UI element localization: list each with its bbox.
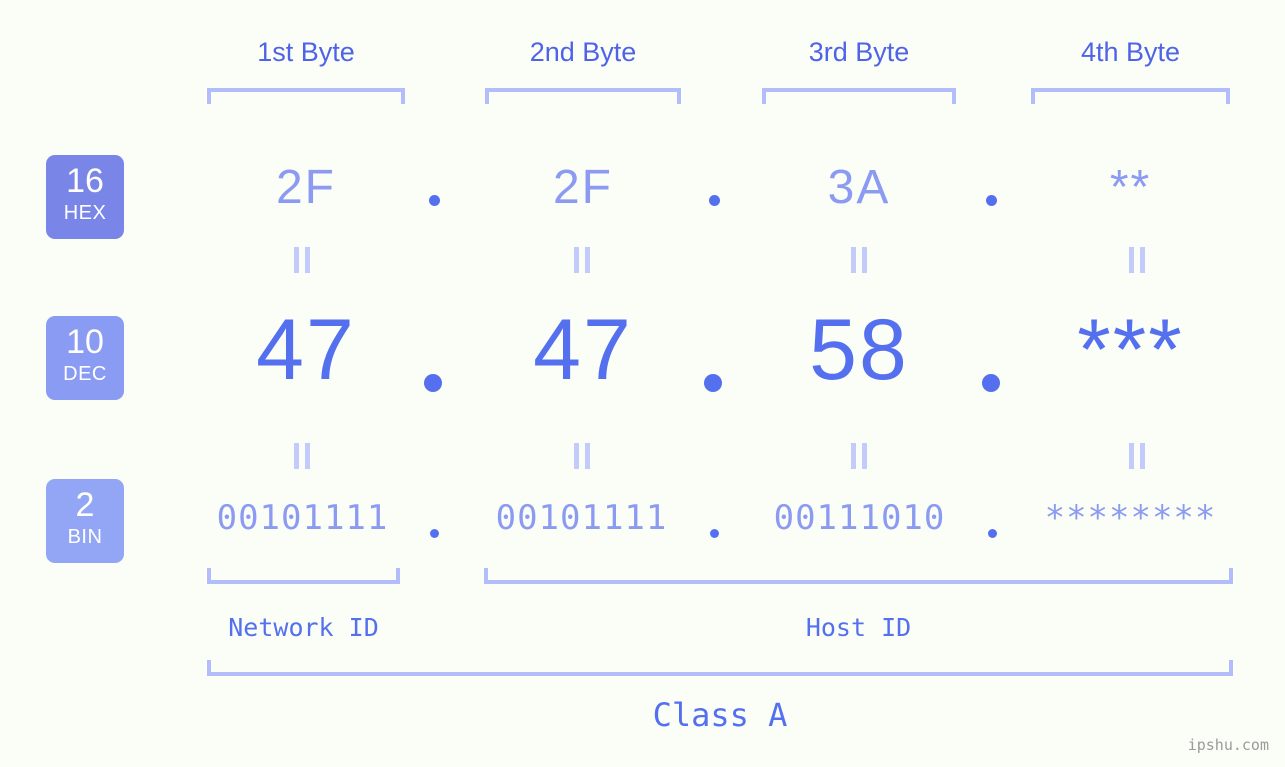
byte-bracket-3 xyxy=(762,88,956,104)
dec-value-byte-3: 58 xyxy=(809,302,909,398)
hex-value-byte-2: 2F xyxy=(552,161,613,214)
class-label: Class A xyxy=(652,696,788,734)
equals-sign-hex-dec-2 xyxy=(571,247,593,273)
hex-value-byte-3: 3A xyxy=(827,161,891,214)
hex-value-byte-4: ** xyxy=(1109,161,1152,214)
equals-sign-hex-dec-1 xyxy=(291,247,313,273)
hex-separator-dot-2 xyxy=(709,195,720,206)
host-id-bracket xyxy=(484,568,1233,584)
equals-sign-dec-bin-4 xyxy=(1126,443,1148,469)
hex-value-byte-1: 2F xyxy=(275,161,336,214)
base-badge-dec-label: DEC xyxy=(63,363,107,385)
equals-sign-dec-bin-3 xyxy=(848,443,870,469)
byte-header-1: 1st Byte xyxy=(257,37,355,67)
class-bracket xyxy=(207,660,1233,676)
host-id-label: Host ID xyxy=(805,613,912,642)
bin-separator-dot-3 xyxy=(988,529,997,538)
dec-value-byte-4: *** xyxy=(1077,302,1184,398)
equals-sign-dec-bin-1 xyxy=(291,443,313,469)
dec-separator-dot-3 xyxy=(982,374,1000,392)
ip-address-byte-diagram: 1st Byte 2nd Byte 3rd Byte 4th Byte 16 H… xyxy=(0,0,1285,767)
byte-header-2: 2nd Byte xyxy=(529,37,637,67)
byte-header-3: 3rd Byte xyxy=(808,37,910,67)
byte-bracket-1 xyxy=(207,88,405,104)
base-badge-hex: 16 HEX xyxy=(46,155,124,239)
network-id-bracket xyxy=(207,568,400,584)
site-watermark: ipshu.com xyxy=(1187,736,1269,754)
byte-header-4: 4th Byte xyxy=(1080,37,1181,67)
equals-sign-hex-dec-4 xyxy=(1126,247,1148,273)
byte-bracket-4 xyxy=(1031,88,1230,104)
dec-separator-dot-2 xyxy=(704,374,722,392)
hex-separator-dot-3 xyxy=(986,195,997,206)
base-badge-bin-number: 2 xyxy=(75,486,95,524)
base-badge-dec-number: 10 xyxy=(66,323,104,361)
base-badge-bin-label: BIN xyxy=(67,526,103,548)
equals-sign-dec-bin-2 xyxy=(571,443,593,469)
bin-value-byte-2: 00101111 xyxy=(495,498,668,538)
bin-separator-dot-2 xyxy=(710,529,719,538)
network-id-label: Network ID xyxy=(228,613,379,642)
base-badge-bin: 2 BIN xyxy=(46,479,124,563)
base-badge-hex-number: 16 xyxy=(66,162,104,200)
dec-value-byte-1: 47 xyxy=(256,302,356,398)
equals-sign-hex-dec-3 xyxy=(848,247,870,273)
dec-value-byte-2: 47 xyxy=(533,302,633,398)
hex-separator-dot-1 xyxy=(429,195,440,206)
base-badge-hex-label: HEX xyxy=(63,202,107,224)
dec-separator-dot-1 xyxy=(424,374,442,392)
base-badge-dec: 10 DEC xyxy=(46,316,124,400)
bin-separator-dot-1 xyxy=(430,529,439,538)
byte-bracket-2 xyxy=(485,88,681,104)
bin-value-byte-1: 00101111 xyxy=(216,498,389,538)
bin-value-byte-4: ******** xyxy=(1044,498,1217,538)
bin-value-byte-3: 00111010 xyxy=(773,498,946,538)
